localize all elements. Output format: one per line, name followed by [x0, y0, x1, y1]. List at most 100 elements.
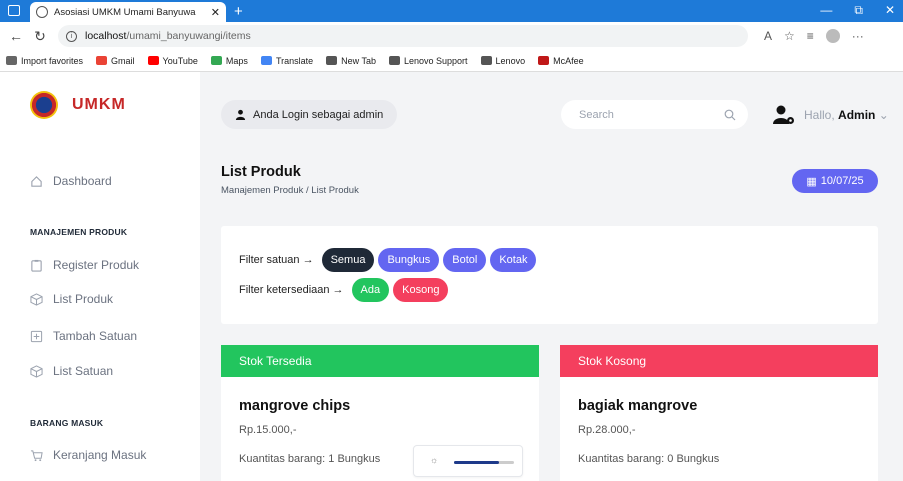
- tab-title: Asosiasi UMKM Umami Banyuwa: [54, 6, 196, 18]
- favorite-item[interactable]: Import favorites: [6, 56, 83, 66]
- logo[interactable]: UMKM: [30, 91, 126, 119]
- minimize-icon[interactable]: —: [820, 3, 832, 18]
- login-status-text: Anda Login sebagai admin: [253, 108, 384, 121]
- site-favicon-icon: [36, 6, 48, 18]
- sidebar-item-register-produk[interactable]: Register Produk: [30, 258, 139, 272]
- filter-ketersediaan-chip-kosong[interactable]: Kosong: [393, 278, 449, 302]
- favorite-label: Import favorites: [21, 55, 84, 66]
- sidebar-item-label: Dashboard: [53, 174, 112, 188]
- favorite-item[interactable]: Lenovo Support: [388, 55, 468, 66]
- date-text: 10/07/25: [820, 175, 864, 187]
- favorite-icon: [210, 56, 222, 65]
- sidebar-item-label: Keranjang Masuk: [53, 448, 147, 462]
- cart-icon: [30, 449, 43, 461]
- box-icon: [30, 292, 43, 306]
- star-icon[interactable]: ☆: [784, 29, 795, 43]
- calendar-icon: ▦: [806, 175, 817, 188]
- sidebar-item-label: Register Produk: [53, 258, 140, 272]
- logo-text: UMKM: [72, 96, 126, 113]
- close-tab-icon[interactable]: ✕: [211, 6, 220, 19]
- close-window-icon[interactable]: ✕: [885, 3, 895, 18]
- filter-card: Filter satuan → Semua Bungkus Botol Kotak F…: [221, 226, 878, 324]
- filter-satuan-chip-kotak[interactable]: Kotak: [490, 248, 537, 272]
- login-status-pill: Anda Login sebagai admin: [221, 100, 397, 129]
- favorite-icon: [260, 56, 272, 65]
- sidebar-item-list-produk[interactable]: List Produk: [30, 292, 113, 306]
- favorites-bar: Import favorites Gmail YouTube Maps Translat…: [0, 50, 903, 72]
- home-icon: [31, 175, 42, 187]
- search-input[interactable]: Search: [561, 100, 748, 129]
- slider-track[interactable]: [454, 461, 514, 464]
- browser-toolbar: A ☆ ≡ ···: [764, 29, 864, 43]
- breadcrumb: Manajemen Produk / List Produk: [221, 185, 359, 196]
- user-icon: [235, 109, 246, 120]
- user-settings-icon[interactable]: [773, 105, 795, 125]
- sidebar-item-list-satuan[interactable]: List Satuan: [30, 364, 113, 378]
- back-icon[interactable]: ←: [8, 28, 24, 44]
- favorite-icon: [326, 56, 338, 65]
- favorite-item[interactable]: McAfee: [538, 56, 584, 66]
- filter-satuan-chip-bungkus[interactable]: Bungkus: [378, 248, 440, 272]
- favorite-icon: [6, 56, 17, 65]
- address-bar: ← ↻ i localhost/umami_banyuwangi/items A…: [0, 22, 903, 50]
- page-title: List Produk: [221, 164, 301, 180]
- product-quantity: Kuantitas barang: 1 Bungkus: [239, 453, 381, 465]
- favorite-item[interactable]: Lenovo: [480, 55, 526, 66]
- browser-tab-bar: Asosiasi UMKM Umami Banyuwa ✕ + — ⧉ ✕: [0, 0, 903, 22]
- sidebar-item-label: List Produk: [53, 292, 114, 306]
- plus-square-icon: [30, 330, 43, 342]
- sidebar-item-dashboard[interactable]: Dashboard: [30, 174, 112, 188]
- browser-tab[interactable]: Asosiasi UMKM Umami Banyuwa ✕: [30, 2, 226, 22]
- favorite-label: Lenovo Support: [403, 55, 468, 66]
- info-icon[interactable]: i: [66, 30, 77, 42]
- sidebar-item-keranjang-masuk[interactable]: Keranjang Masuk: [30, 448, 146, 462]
- url-host: localhost: [85, 30, 127, 42]
- product-name: mangrove chips: [239, 398, 351, 414]
- favorites-icon[interactable]: ≡: [807, 29, 814, 43]
- sidebar: UMKM Dashboard MANAJEMEN PRODUK Register…: [0, 72, 200, 481]
- url-field[interactable]: i localhost/umami_banyuwangi/items: [58, 25, 748, 47]
- username: Admin: [838, 108, 876, 122]
- favorite-icon: [147, 56, 159, 65]
- favorite-icon: [538, 56, 550, 65]
- sidebar-item-label: Tambah Satuan: [53, 329, 138, 343]
- filter-satuan-chip-botol[interactable]: Botol: [443, 248, 487, 272]
- section-title-manajemen-produk: MANAJEMEN PRODUK: [30, 227, 128, 237]
- filter-satuan-label: Filter satuan →: [239, 254, 314, 266]
- favorite-label: Gmail: [111, 55, 135, 66]
- profile-icon[interactable]: [825, 29, 840, 43]
- slider-fill: [454, 461, 499, 464]
- stock-card-header: Stok Kosong: [560, 345, 878, 377]
- filter-ketersediaan-chip-ada[interactable]: Ada: [351, 278, 390, 302]
- product-quantity: Kuantitas barang: 0 Bungkus: [578, 453, 720, 465]
- favorite-label: YouTube: [162, 55, 198, 66]
- favorite-icon: [96, 56, 108, 65]
- search-placeholder: Search: [579, 108, 614, 121]
- more-icon[interactable]: ···: [852, 29, 864, 43]
- favorite-item[interactable]: YouTube: [147, 55, 198, 66]
- user-menu[interactable]: Hallo, Admin ⌄: [804, 108, 889, 122]
- stock-card-kosong: Stok Kosong bagiak mangrove Rp.28.000,- …: [560, 345, 878, 481]
- sidebar-item-tambah-satuan[interactable]: Tambah Satuan: [30, 329, 137, 343]
- sidebar-toggle-icon[interactable]: [8, 5, 20, 16]
- hallo-text: Hallo,: [804, 108, 835, 122]
- new-tab-button[interactable]: +: [234, 3, 243, 20]
- restore-icon[interactable]: ⧉: [854, 3, 863, 18]
- favorite-icon: [388, 56, 400, 65]
- quantity-slider-popup[interactable]: ☼: [413, 445, 523, 477]
- sidebar-item-label: List Satuan: [53, 364, 114, 378]
- favorite-item[interactable]: Translate: [260, 56, 313, 66]
- favorite-label: Lenovo: [495, 55, 526, 66]
- read-aloud-icon[interactable]: A: [764, 29, 772, 43]
- search-icon[interactable]: [724, 109, 736, 121]
- product-price: Rp.28.000,-: [578, 424, 636, 436]
- favorite-item[interactable]: Gmail: [96, 56, 135, 66]
- favorite-item[interactable]: Maps: [210, 56, 248, 66]
- filter-satuan-chip-semua[interactable]: Semua: [321, 248, 375, 272]
- favorite-item[interactable]: New Tab: [326, 56, 376, 66]
- logo-emblem-icon: [30, 91, 58, 119]
- stock-card-header: Stok Tersedia: [221, 345, 539, 377]
- filter-satuan-row: Filter satuan → Semua Bungkus Botol Kotak: [239, 248, 537, 272]
- reload-icon[interactable]: ↻: [32, 28, 48, 45]
- section-title-barang-masuk: BARANG MASUK: [30, 418, 104, 428]
